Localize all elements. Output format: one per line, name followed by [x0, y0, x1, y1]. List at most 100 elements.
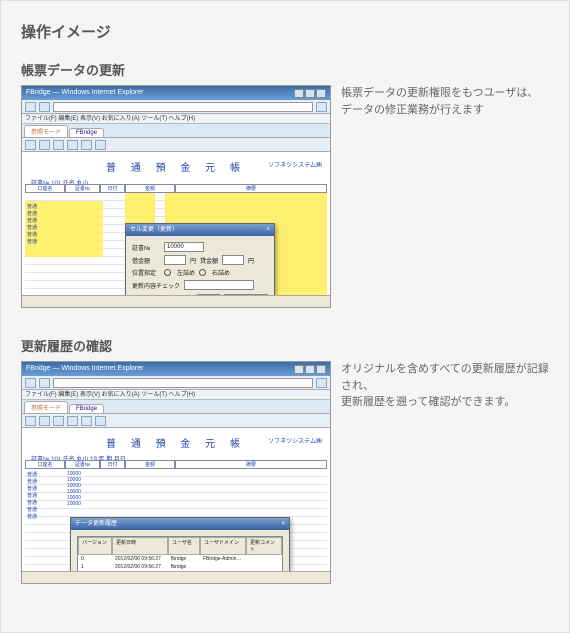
list-col-domain: ユーザドメイン [200, 537, 246, 555]
toolbar-btn-2-6[interactable] [95, 416, 106, 426]
go-button[interactable] [316, 102, 327, 112]
toolbar-btn-2-4[interactable] [67, 416, 78, 426]
page-container: 操作イメージ 帳票データの更新 FBridge — Windows Intern… [0, 0, 570, 633]
maximize-button[interactable] [305, 89, 315, 98]
dlg-input-credit[interactable] [222, 255, 244, 265]
screenshot-history: FBridge — Windows Internet Explorer ファイル… [21, 361, 331, 584]
list-row: 1 2012/02/06 09:56:27 fbridge [78, 563, 282, 571]
section-update-desc: 帳票データの更新権限をもつユーザは、データの修正業務が行えます [341, 85, 549, 118]
radio-left[interactable] [164, 269, 171, 276]
history-dialog-titlebar: データ更新履歴 × [71, 518, 289, 530]
col-memo: 摘要 [175, 184, 327, 193]
ledger-grid-2: 口座名 証書№ 日付 金額 摘要 普通普通普通普通普通普通普通 10000100… [25, 460, 327, 580]
dialog-titlebar: セル変更（更新） × [126, 224, 274, 236]
window-title-text: FBridge — Windows Internet Explorer [26, 86, 144, 100]
toolbar-btn-4[interactable] [67, 140, 78, 150]
dialog-title-text: セル変更（更新） [130, 224, 178, 236]
history-dialog-title-text: データ更新履歴 [75, 518, 117, 530]
list-col-date: 更新日時 [112, 537, 168, 555]
tab-ref-mode[interactable]: 参照モード [24, 125, 68, 137]
ledger-content: 普 通 預 金 元 帳 ソフネツシステム㈱ 証書№ 101 氏名 丸山 口座名 … [22, 152, 330, 307]
ledger-grid: 口座名 証書№ 日付 金額 摘要 普通普通普通普通普通普通 [25, 184, 327, 304]
col-account: 口座名 [25, 184, 65, 193]
forward-button-2[interactable] [39, 378, 50, 388]
section-history-title: 更新履歴の確認 [21, 336, 549, 355]
address-bar-2[interactable] [53, 378, 313, 388]
col-account-2: 口座名 [25, 460, 65, 469]
app-toolbar-2 [22, 414, 330, 428]
dlg-label-check: 更新内容チェック [132, 281, 180, 290]
menu-bar[interactable]: ファイル(F) 編集(E) 表示(V) お気に入り(A) ツール(T) ヘルプ(… [22, 114, 330, 124]
dlg-label-credit: 貸金額 [200, 256, 218, 265]
col-amount-2: 金額 [125, 460, 175, 469]
col-cert-2: 証書№ [65, 460, 100, 469]
ledger-content-2: 普 通 預 金 元 帳 ソフネツシステム㈱ 証書№ 101 氏名 丸山 19 年… [22, 428, 330, 583]
col-amount: 金額 [125, 184, 175, 193]
minimize-button-2[interactable] [294, 365, 304, 374]
tab-ref-mode-2[interactable]: 参照モード [24, 401, 68, 413]
window-titlebar: FBridge — Windows Internet Explorer [22, 86, 330, 100]
list-row: 0 2012/02/06 09:56:27 fbridge FBridge-Ad… [78, 555, 282, 563]
section-update-title: 帳票データの更新 [21, 60, 549, 79]
menu-bar-2[interactable]: ファイル(F) 編集(E) 表示(V) お気に入り(A) ツール(T) ヘルプ(… [22, 390, 330, 400]
dlg-input-cert[interactable]: 10000 [164, 242, 204, 252]
back-button-2[interactable] [25, 378, 36, 388]
company-name: ソフネツシステム㈱ [268, 160, 322, 169]
toolbar-btn-2[interactable] [39, 140, 50, 150]
list-col-version: バージョン [78, 537, 112, 555]
col-memo-2: 摘要 [175, 460, 327, 469]
list-col-comment: 更新コメント [246, 537, 282, 555]
section-update: 帳票データの更新 FBridge — Windows Internet Expl… [21, 60, 549, 308]
radio-left-label: 左詰め [177, 268, 195, 277]
radio-right-label: 右詰め [212, 268, 230, 277]
dlg-unit-2: 円 [248, 256, 254, 265]
close-button[interactable] [316, 89, 326, 98]
address-bar[interactable] [53, 102, 313, 112]
toolbar-btn-2-3[interactable] [53, 416, 64, 426]
dlg-label-cert: 証書№ [132, 243, 160, 252]
radio-right[interactable] [199, 269, 206, 276]
page-title: 操作イメージ [21, 21, 549, 42]
browser-nav-toolbar [22, 100, 330, 114]
section-history-desc: オリジナルを含めすべての更新履歴が記録され、 更新履歴を遡って確認ができます。 [341, 361, 549, 411]
maximize-button-2[interactable] [305, 365, 315, 374]
dlg-input-check[interactable] [184, 280, 254, 290]
list-col-user: ユーザ名 [168, 537, 200, 555]
history-dialog-close-icon[interactable]: × [281, 518, 285, 530]
company-name-2: ソフネツシステム㈱ [268, 436, 322, 445]
col-cert: 証書№ [65, 184, 100, 193]
forward-button[interactable] [39, 102, 50, 112]
app-toolbar [22, 138, 330, 152]
toolbar-btn-1[interactable] [25, 140, 36, 150]
minimize-button[interactable] [294, 89, 304, 98]
toolbar-btn-2-5[interactable] [81, 416, 92, 426]
go-button-2[interactable] [316, 378, 327, 388]
toolbar-btn-3[interactable] [53, 140, 64, 150]
screenshot-update: FBridge — Windows Internet Explorer ファイル… [21, 85, 331, 308]
grid-body-2[interactable]: 普通普通普通普通普通普通普通 1000010000100001000010000… [25, 469, 327, 584]
dlg-unit: 円 [190, 256, 196, 265]
status-bar [22, 295, 330, 307]
back-button[interactable] [25, 102, 36, 112]
dlg-input-debit[interactable] [164, 255, 186, 265]
grid-body[interactable]: 普通普通普通普通普通普通 セル変更（更新） × 証書№10000 借金額円貸金額… [25, 193, 327, 308]
tab-strip-2: 参照モード FBridge [22, 400, 330, 414]
tab-fbridge-2[interactable]: FBridge [69, 404, 104, 413]
section-history: 更新履歴の確認 FBridge — Windows Internet Explo… [21, 336, 549, 584]
status-bar-2 [22, 571, 330, 583]
tab-strip: 参照モード FBridge [22, 124, 330, 138]
dialog-close-icon[interactable]: × [266, 224, 270, 236]
col-date-2: 日付 [100, 460, 125, 469]
dlg-label-align: 位置指定 [132, 268, 160, 277]
tab-fbridge[interactable]: FBridge [69, 128, 104, 137]
browser-nav-toolbar-2 [22, 376, 330, 390]
toolbar-btn-5[interactable] [81, 140, 92, 150]
window-title-text-2: FBridge — Windows Internet Explorer [26, 362, 144, 376]
toolbar-btn-2-1[interactable] [25, 416, 36, 426]
toolbar-btn-2-2[interactable] [39, 416, 50, 426]
close-button-2[interactable] [316, 365, 326, 374]
col-date: 日付 [100, 184, 125, 193]
window-titlebar-2: FBridge — Windows Internet Explorer [22, 362, 330, 376]
dlg-label-debit: 借金額 [132, 256, 160, 265]
toolbar-btn-6[interactable] [95, 140, 106, 150]
